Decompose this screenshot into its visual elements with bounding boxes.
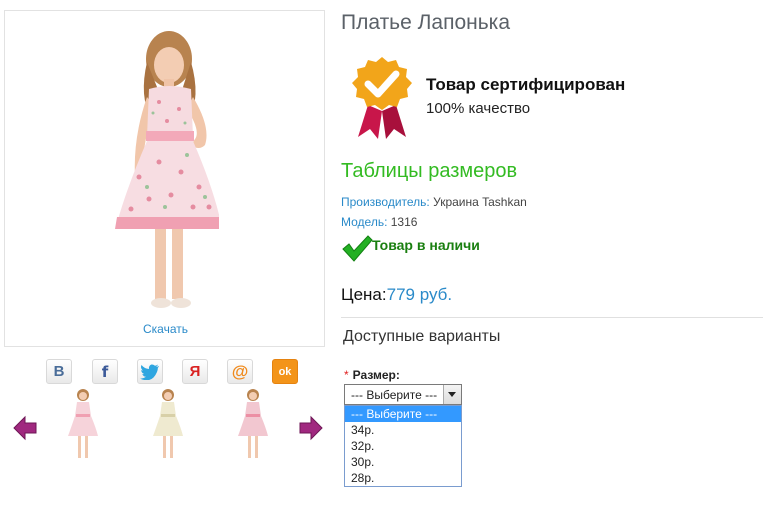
size-label: * Размер: bbox=[344, 368, 400, 382]
size-option[interactable]: 30р. bbox=[345, 454, 461, 470]
girl-in-dress-image bbox=[115, 31, 219, 308]
size-option[interactable]: 32р. bbox=[345, 438, 461, 454]
in-stock-check-icon bbox=[341, 234, 373, 267]
model-row: Модель: 1316 bbox=[341, 215, 417, 229]
certificate-subtitle: 100% качество bbox=[426, 100, 531, 117]
variants-heading: Доступные варианты bbox=[343, 328, 501, 345]
size-table-link[interactable]: Таблицы размеров bbox=[341, 160, 517, 183]
manufacturer-value: Украина Tashkan bbox=[433, 195, 527, 209]
main-product-image[interactable]: Скачать bbox=[4, 10, 325, 347]
size-select-value: --- Выберите --- bbox=[351, 388, 438, 402]
manufacturer-label[interactable]: Производитель: bbox=[341, 195, 430, 209]
certificate-badge-icon bbox=[350, 55, 414, 146]
size-dropdown-list: --- Выберите --- 34р. 32р. 30р. 28р. bbox=[344, 405, 462, 487]
divider bbox=[341, 317, 763, 318]
manufacturer-row: Производитель: Украина Tashkan bbox=[341, 195, 527, 209]
certificate-title: Товар сертифицирован bbox=[426, 75, 626, 94]
chevron-down-icon[interactable] bbox=[443, 385, 461, 404]
thumbnail-3[interactable] bbox=[238, 388, 268, 467]
required-mark: * bbox=[344, 368, 349, 382]
carousel-prev-arrow-icon[interactable] bbox=[12, 415, 38, 446]
carousel-next-arrow-icon[interactable] bbox=[298, 415, 324, 446]
product-title: Платье Лапонька bbox=[341, 11, 511, 34]
download-link[interactable]: Скачать bbox=[5, 322, 326, 336]
facebook-icon[interactable]: f bbox=[92, 359, 118, 384]
twitter-icon[interactable] bbox=[137, 359, 163, 384]
thumbnail-2[interactable] bbox=[153, 388, 183, 467]
model-label: Модель: bbox=[341, 215, 388, 229]
size-option[interactable]: --- Выберите --- bbox=[345, 406, 461, 422]
stock-status: Товар в наличи bbox=[372, 237, 480, 253]
thumbnail-1[interactable] bbox=[68, 388, 98, 467]
size-option[interactable]: 34р. bbox=[345, 422, 461, 438]
yaru-icon[interactable]: Я bbox=[182, 359, 208, 384]
mailru-icon[interactable]: @ bbox=[227, 359, 253, 384]
price-value: 779 руб. bbox=[386, 285, 453, 304]
price-label: Цена: bbox=[341, 285, 387, 304]
size-select[interactable]: --- Выберите --- bbox=[344, 384, 462, 405]
odnoklassniki-icon[interactable]: ok bbox=[272, 359, 298, 384]
vkontakte-icon[interactable]: В bbox=[46, 359, 72, 384]
price: Цена:779 руб. bbox=[341, 285, 452, 305]
size-option[interactable]: 28р. bbox=[345, 470, 461, 486]
model-value: 1316 bbox=[390, 215, 418, 229]
